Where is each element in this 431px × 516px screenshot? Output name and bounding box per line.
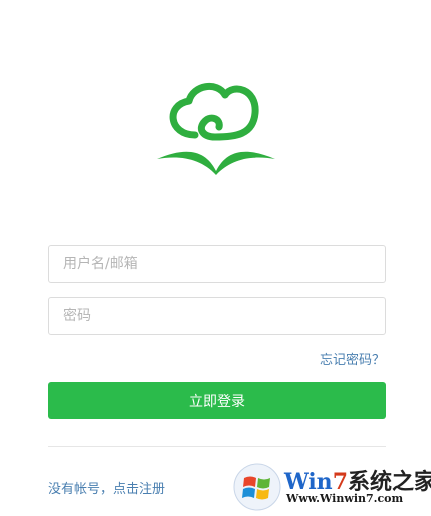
password-input[interactable] <box>49 298 385 334</box>
register-link[interactable]: 没有帐号，点击注册 <box>48 478 165 497</box>
password-field[interactable] <box>48 297 386 335</box>
username-field[interactable] <box>48 245 386 283</box>
watermark: Win7系统之家 Www.Winwin7.com <box>232 462 431 512</box>
username-input[interactable] <box>49 246 385 282</box>
watermark-url: Www.Winwin7.com <box>286 492 404 505</box>
login-button[interactable]: 立即登录 <box>48 382 386 419</box>
forgot-password-link[interactable]: 忘记密码？ <box>320 349 385 368</box>
windows-logo-icon <box>233 463 281 511</box>
login-page: 忘记密码？ 立即登录 没有帐号，点击注册 Win7系统之家 Www.Winwin… <box>0 0 431 516</box>
cloud-book-logo-icon <box>157 83 275 175</box>
divider <box>48 446 386 447</box>
